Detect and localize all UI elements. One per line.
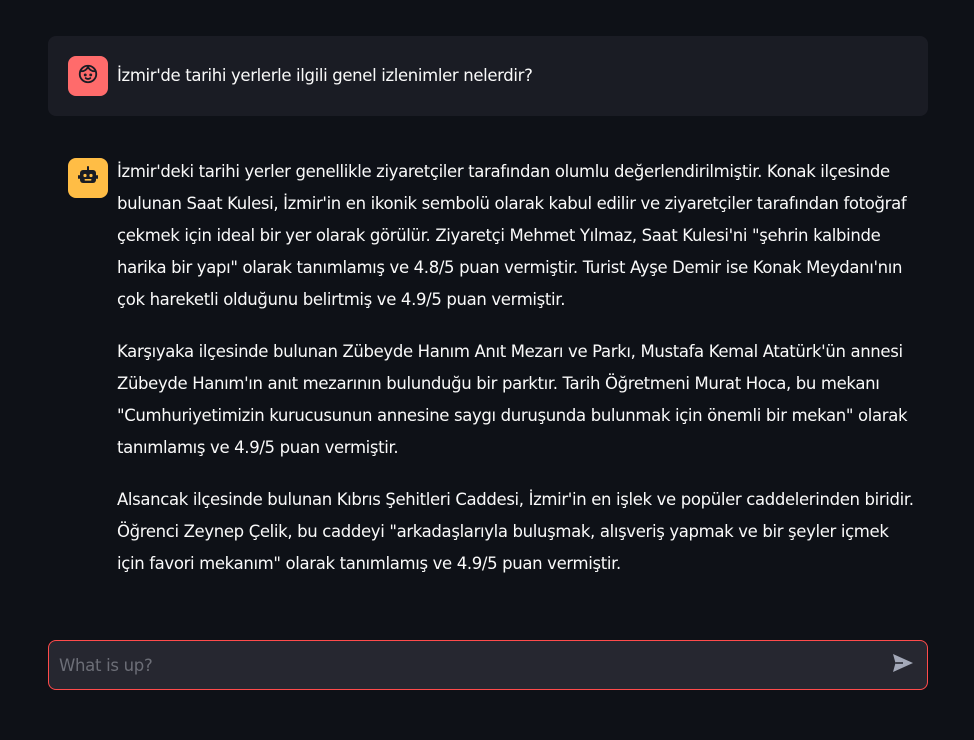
send-button[interactable] [889, 652, 917, 678]
chat-input[interactable] [59, 641, 859, 689]
user-face-icon [77, 63, 99, 89]
user-message: İzmir'de tarihi yerlerle ilgili genel iz… [48, 36, 928, 116]
assistant-paragraph: Karşıyaka ilçesinde bulunan Zübeyde Hanı… [117, 342, 908, 457]
send-icon [891, 652, 915, 678]
user-message-text: İzmir'de tarihi yerlerle ilgili genel iz… [117, 66, 533, 85]
assistant-avatar [68, 158, 108, 198]
robot-icon [76, 164, 100, 192]
chat-app: İzmir'de tarihi yerlerle ilgili genel iz… [0, 0, 974, 740]
assistant-paragraph: Alsancak ilçesinde bulunan Kıbrıs Şehitl… [117, 490, 914, 573]
assistant-message-body: İzmir'deki tarihi yerler genellikle ziya… [117, 156, 917, 600]
chat-input-container [48, 640, 928, 690]
user-avatar [68, 56, 108, 96]
assistant-paragraph: İzmir'deki tarihi yerler genellikle ziya… [117, 162, 907, 309]
